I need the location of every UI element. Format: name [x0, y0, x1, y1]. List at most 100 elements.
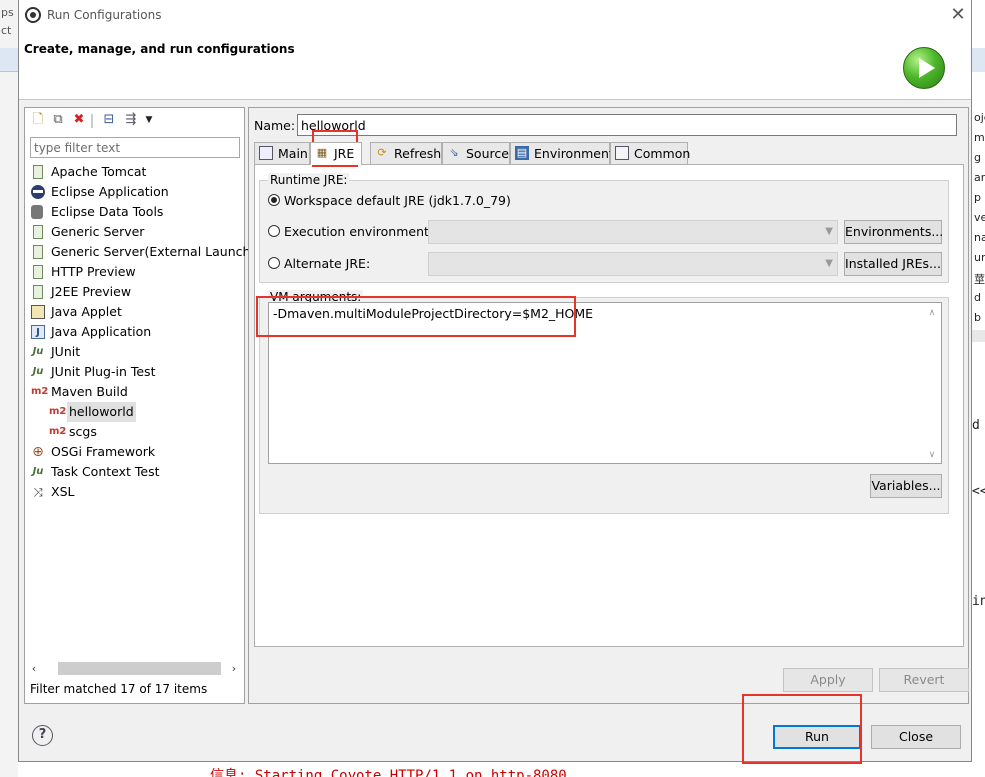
close-button[interactable]: Close — [871, 725, 961, 749]
maven-icon: m2 — [49, 426, 67, 437]
tree-item-label: Generic Server(External Launch) — [51, 244, 256, 259]
alternate-jre-radio[interactable]: Alternate JRE: — [268, 254, 370, 274]
run-configurations-dialog: Run Configurations ✕ Create, manage, and… — [18, 0, 972, 762]
workspace-default-jre-radio[interactable]: Workspace default JRE (jdk1.7.0_79) — [268, 191, 511, 211]
tree-item-label: XSL — [51, 484, 75, 499]
filter-input[interactable] — [30, 137, 240, 158]
revert-button[interactable]: Revert — [879, 668, 969, 692]
maven-icon: m2 — [49, 406, 67, 417]
java-app-icon: J — [31, 325, 45, 339]
tree-item-label: JUnit — [51, 344, 81, 359]
tree-item-j2ee-preview[interactable]: J2EE Preview — [31, 282, 241, 302]
background-text: ur — [974, 251, 985, 264]
dialog-header: Create, manage, and run configurations — [19, 31, 971, 100]
help-icon[interactable]: ? — [32, 725, 53, 746]
variables-button[interactable]: Variables... — [870, 474, 942, 498]
apply-button[interactable]: Apply — [783, 668, 873, 692]
radio-icon[interactable] — [268, 257, 280, 269]
tab-refresh[interactable]: ⟳ Refresh — [370, 142, 442, 164]
eclipse-icon — [31, 185, 45, 199]
scroll-down-icon[interactable]: ∨ — [925, 448, 939, 462]
applet-icon — [31, 305, 45, 319]
maven-icon: m2 — [31, 386, 49, 397]
server-icon — [33, 225, 43, 239]
tab-jre[interactable]: ▦ JRE — [310, 142, 362, 165]
background-code-text: << — [972, 484, 985, 499]
tree-item-xsl[interactable]: ⤨ XSL — [31, 482, 241, 502]
filter-status: Filter matched 17 of 17 items — [30, 682, 208, 696]
tree-item-label: Generic Server — [51, 224, 145, 239]
tree-item-maven-build[interactable]: m2 Maven Build — [31, 382, 241, 402]
tree-item-junit[interactable]: Ju JUnit — [31, 342, 241, 362]
dialog-title: Run Configurations — [47, 8, 162, 22]
environments-button[interactable]: Environments... — [844, 220, 943, 244]
background-divider — [972, 330, 985, 342]
background-app-left: ps ct — [0, 0, 18, 777]
alternate-jre-select[interactable]: ▼ — [428, 252, 838, 276]
execution-environment-select[interactable]: ▼ — [428, 220, 838, 244]
junit-plugin-icon: Ju — [32, 366, 44, 377]
scrollbar-thumb[interactable] — [58, 662, 221, 675]
server-icon — [33, 285, 43, 299]
tab-common[interactable]: Common — [610, 142, 690, 164]
tree-item-label: JUnit Plug-in Test — [51, 364, 156, 379]
tab-source[interactable]: ⇘ Source — [442, 142, 510, 164]
jre-tab-content: Runtime JRE: Workspace default JRE (jdk1… — [254, 164, 964, 647]
configuration-editor-panel: Name: Main ▦ JRE ⟳ Refresh ⇘ Source ▤ En… — [248, 107, 969, 704]
duplicate-icon[interactable]: ⧉ — [50, 112, 66, 128]
tree-item-label: Eclipse Data Tools — [51, 204, 164, 219]
tree-item-eclipse-data-tools[interactable]: Eclipse Data Tools — [31, 202, 241, 222]
filter-icon[interactable]: ⇶ — [123, 112, 139, 128]
tree-item-helloworld[interactable]: m2 helloworld — [49, 402, 241, 422]
xsl-icon: ⤨ — [33, 485, 43, 499]
runtime-jre-group: Runtime JRE: Workspace default JRE (jdk1… — [259, 173, 949, 283]
tree-item-osgi-framework[interactable]: ⊕ OSGi Framework — [31, 442, 241, 462]
chevron-down-icon[interactable]: ▼ — [141, 112, 157, 128]
tree-item-java-application[interactable]: J Java Application — [31, 322, 241, 342]
installed-jres-button[interactable]: Installed JREs... — [844, 252, 942, 276]
close-window-icon[interactable]: ✕ — [947, 4, 969, 26]
background-text: oje — [974, 111, 985, 124]
radio-selected-icon[interactable] — [268, 194, 280, 206]
run-button[interactable]: Run — [773, 725, 861, 749]
tree-item-generic-server[interactable]: Generic Server — [31, 222, 241, 242]
radio-icon[interactable] — [268, 225, 280, 237]
tree-item-junit-plug-in-test[interactable]: Ju JUnit Plug-in Test — [31, 362, 241, 382]
tree-item-eclipse-application[interactable]: Eclipse Application — [31, 182, 241, 202]
scroll-right-icon[interactable]: › — [226, 660, 242, 677]
new-config-icon[interactable]: 🗋 — [30, 112, 46, 128]
scroll-up-icon[interactable]: ∧ — [925, 306, 939, 320]
tree-item-scgs[interactable]: m2 scgs — [49, 422, 241, 442]
toolbar-separator — [91, 114, 93, 128]
delete-icon[interactable]: ✖ — [71, 112, 87, 128]
tab-main[interactable]: Main — [254, 142, 310, 164]
tree-item-apache-tomcat[interactable]: Apache Tomcat — [31, 162, 241, 182]
tree-item-label: Task Context Test — [51, 464, 160, 479]
tree-item-java-applet[interactable]: Java Applet — [31, 302, 241, 322]
tree-item-http-preview[interactable]: HTTP Preview — [31, 262, 241, 282]
name-field[interactable] — [297, 114, 957, 136]
collapse-all-icon[interactable]: ⊟ — [101, 112, 117, 128]
background-code-text: d — [972, 418, 980, 433]
execution-environment-radio[interactable]: Execution environment: — [268, 222, 433, 242]
tree-item-label: HTTP Preview — [51, 264, 136, 279]
background-text: ps — [1, 6, 14, 19]
junit-icon: Ju — [32, 346, 44, 357]
main-tab-icon — [259, 146, 273, 160]
background-text: na — [974, 231, 985, 244]
background-app-right: ojemgarpvenaur莖dbd<<in — [972, 0, 985, 777]
vm-arguments-input[interactable]: -Dmaven.multiModuleProjectDirectory=$M2_… — [268, 302, 942, 464]
tree-item-generic-server-external-launch[interactable]: Generic Server(External Launch) — [31, 242, 255, 262]
background-text: b — [974, 311, 981, 324]
tree-toolbar: 🗋 ⧉ ✖ ⊟ ⇶ ▼ — [25, 108, 244, 134]
scroll-left-icon[interactable]: ‹ — [26, 660, 42, 677]
vm-arguments-group: VM arguments: -Dmaven.multiModuleProject… — [259, 290, 949, 514]
tree-item-label: Maven Build — [51, 384, 128, 399]
chevron-down-icon: ▼ — [825, 258, 833, 269]
background-toolbar — [0, 48, 18, 72]
tree-horizontal-scrollbar[interactable]: ‹ › — [26, 660, 243, 677]
tree-item-task-context-test[interactable]: Ju Task Context Test — [31, 462, 241, 482]
common-tab-icon — [615, 146, 629, 160]
tab-environment[interactable]: ▤ Environment — [510, 142, 614, 164]
runtime-jre-label: Runtime JRE: — [268, 173, 350, 187]
